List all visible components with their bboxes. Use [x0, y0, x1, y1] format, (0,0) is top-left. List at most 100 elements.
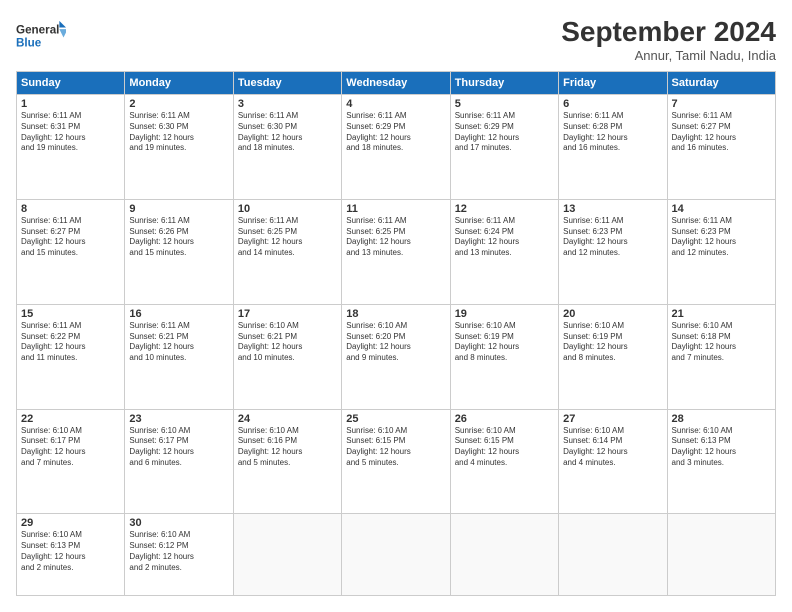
calendar-week-row: 1Sunrise: 6:11 AM Sunset: 6:31 PM Daylig…	[17, 95, 776, 200]
table-row: 21Sunrise: 6:10 AM Sunset: 6:18 PM Dayli…	[667, 304, 775, 409]
calendar-table: Sunday Monday Tuesday Wednesday Thursday…	[16, 71, 776, 596]
table-row: 20Sunrise: 6:10 AM Sunset: 6:19 PM Dayli…	[559, 304, 667, 409]
day-info: Sunrise: 6:11 AM Sunset: 6:21 PM Dayligh…	[129, 321, 228, 364]
col-monday: Monday	[125, 72, 233, 95]
table-row	[342, 514, 450, 596]
table-row: 25Sunrise: 6:10 AM Sunset: 6:15 PM Dayli…	[342, 409, 450, 514]
table-row: 27Sunrise: 6:10 AM Sunset: 6:14 PM Dayli…	[559, 409, 667, 514]
table-row	[667, 514, 775, 596]
day-info: Sunrise: 6:10 AM Sunset: 6:18 PM Dayligh…	[672, 321, 771, 364]
day-info: Sunrise: 6:10 AM Sunset: 6:15 PM Dayligh…	[455, 426, 554, 469]
day-number: 27	[563, 413, 662, 425]
table-row: 23Sunrise: 6:10 AM Sunset: 6:17 PM Dayli…	[125, 409, 233, 514]
subtitle: Annur, Tamil Nadu, India	[561, 48, 776, 63]
day-number: 28	[672, 413, 771, 425]
table-row: 30Sunrise: 6:10 AM Sunset: 6:12 PM Dayli…	[125, 514, 233, 596]
day-number: 7	[672, 98, 771, 110]
calendar-week-row: 22Sunrise: 6:10 AM Sunset: 6:17 PM Dayli…	[17, 409, 776, 514]
page: General Blue September 2024 Annur, Tamil…	[0, 0, 792, 612]
day-info: Sunrise: 6:11 AM Sunset: 6:29 PM Dayligh…	[455, 111, 554, 154]
day-info: Sunrise: 6:10 AM Sunset: 6:16 PM Dayligh…	[238, 426, 337, 469]
svg-text:General: General	[16, 23, 59, 36]
table-row: 8Sunrise: 6:11 AM Sunset: 6:27 PM Daylig…	[17, 199, 125, 304]
table-row: 14Sunrise: 6:11 AM Sunset: 6:23 PM Dayli…	[667, 199, 775, 304]
table-row: 3Sunrise: 6:11 AM Sunset: 6:30 PM Daylig…	[233, 95, 341, 200]
header: General Blue September 2024 Annur, Tamil…	[16, 16, 776, 63]
day-info: Sunrise: 6:11 AM Sunset: 6:25 PM Dayligh…	[346, 216, 445, 259]
table-row: 15Sunrise: 6:11 AM Sunset: 6:22 PM Dayli…	[17, 304, 125, 409]
day-info: Sunrise: 6:10 AM Sunset: 6:13 PM Dayligh…	[672, 426, 771, 469]
day-number: 18	[346, 308, 445, 320]
day-number: 20	[563, 308, 662, 320]
day-info: Sunrise: 6:11 AM Sunset: 6:31 PM Dayligh…	[21, 111, 120, 154]
day-info: Sunrise: 6:10 AM Sunset: 6:12 PM Dayligh…	[129, 530, 228, 573]
day-info: Sunrise: 6:11 AM Sunset: 6:22 PM Dayligh…	[21, 321, 120, 364]
table-row: 6Sunrise: 6:11 AM Sunset: 6:28 PM Daylig…	[559, 95, 667, 200]
calendar-week-row: 29Sunrise: 6:10 AM Sunset: 6:13 PM Dayli…	[17, 514, 776, 596]
day-number: 1	[21, 98, 120, 110]
day-number: 26	[455, 413, 554, 425]
day-info: Sunrise: 6:11 AM Sunset: 6:24 PM Dayligh…	[455, 216, 554, 259]
table-row: 9Sunrise: 6:11 AM Sunset: 6:26 PM Daylig…	[125, 199, 233, 304]
day-info: Sunrise: 6:11 AM Sunset: 6:25 PM Dayligh…	[238, 216, 337, 259]
day-number: 22	[21, 413, 120, 425]
table-row: 7Sunrise: 6:11 AM Sunset: 6:27 PM Daylig…	[667, 95, 775, 200]
day-number: 9	[129, 203, 228, 215]
day-number: 23	[129, 413, 228, 425]
day-number: 13	[563, 203, 662, 215]
logo-svg: General Blue	[16, 16, 66, 54]
day-info: Sunrise: 6:11 AM Sunset: 6:27 PM Dayligh…	[21, 216, 120, 259]
day-info: Sunrise: 6:11 AM Sunset: 6:23 PM Dayligh…	[672, 216, 771, 259]
day-number: 3	[238, 98, 337, 110]
table-row: 29Sunrise: 6:10 AM Sunset: 6:13 PM Dayli…	[17, 514, 125, 596]
day-info: Sunrise: 6:10 AM Sunset: 6:17 PM Dayligh…	[21, 426, 120, 469]
table-row: 22Sunrise: 6:10 AM Sunset: 6:17 PM Dayli…	[17, 409, 125, 514]
day-number: 19	[455, 308, 554, 320]
day-number: 29	[21, 517, 120, 529]
col-saturday: Saturday	[667, 72, 775, 95]
col-wednesday: Wednesday	[342, 72, 450, 95]
day-info: Sunrise: 6:11 AM Sunset: 6:27 PM Dayligh…	[672, 111, 771, 154]
day-info: Sunrise: 6:11 AM Sunset: 6:30 PM Dayligh…	[129, 111, 228, 154]
table-row: 4Sunrise: 6:11 AM Sunset: 6:29 PM Daylig…	[342, 95, 450, 200]
day-number: 16	[129, 308, 228, 320]
table-row: 18Sunrise: 6:10 AM Sunset: 6:20 PM Dayli…	[342, 304, 450, 409]
title-block: September 2024 Annur, Tamil Nadu, India	[561, 16, 776, 63]
day-info: Sunrise: 6:10 AM Sunset: 6:21 PM Dayligh…	[238, 321, 337, 364]
day-number: 17	[238, 308, 337, 320]
day-info: Sunrise: 6:10 AM Sunset: 6:17 PM Dayligh…	[129, 426, 228, 469]
calendar-header-row: Sunday Monday Tuesday Wednesday Thursday…	[17, 72, 776, 95]
table-row: 1Sunrise: 6:11 AM Sunset: 6:31 PM Daylig…	[17, 95, 125, 200]
svg-text:Blue: Blue	[16, 37, 42, 50]
table-row: 2Sunrise: 6:11 AM Sunset: 6:30 PM Daylig…	[125, 95, 233, 200]
day-number: 14	[672, 203, 771, 215]
day-info: Sunrise: 6:10 AM Sunset: 6:19 PM Dayligh…	[455, 321, 554, 364]
table-row: 16Sunrise: 6:11 AM Sunset: 6:21 PM Dayli…	[125, 304, 233, 409]
logo: General Blue	[16, 16, 66, 54]
table-row: 5Sunrise: 6:11 AM Sunset: 6:29 PM Daylig…	[450, 95, 558, 200]
col-sunday: Sunday	[17, 72, 125, 95]
table-row	[450, 514, 558, 596]
day-info: Sunrise: 6:11 AM Sunset: 6:23 PM Dayligh…	[563, 216, 662, 259]
col-thursday: Thursday	[450, 72, 558, 95]
day-info: Sunrise: 6:10 AM Sunset: 6:20 PM Dayligh…	[346, 321, 445, 364]
table-row: 26Sunrise: 6:10 AM Sunset: 6:15 PM Dayli…	[450, 409, 558, 514]
day-info: Sunrise: 6:10 AM Sunset: 6:14 PM Dayligh…	[563, 426, 662, 469]
month-title: September 2024	[561, 16, 776, 48]
day-number: 4	[346, 98, 445, 110]
day-number: 10	[238, 203, 337, 215]
day-info: Sunrise: 6:11 AM Sunset: 6:28 PM Dayligh…	[563, 111, 662, 154]
day-info: Sunrise: 6:11 AM Sunset: 6:30 PM Dayligh…	[238, 111, 337, 154]
table-row	[559, 514, 667, 596]
calendar-week-row: 15Sunrise: 6:11 AM Sunset: 6:22 PM Dayli…	[17, 304, 776, 409]
table-row: 10Sunrise: 6:11 AM Sunset: 6:25 PM Dayli…	[233, 199, 341, 304]
day-info: Sunrise: 6:10 AM Sunset: 6:13 PM Dayligh…	[21, 530, 120, 573]
table-row: 24Sunrise: 6:10 AM Sunset: 6:16 PM Dayli…	[233, 409, 341, 514]
table-row: 11Sunrise: 6:11 AM Sunset: 6:25 PM Dayli…	[342, 199, 450, 304]
table-row: 19Sunrise: 6:10 AM Sunset: 6:19 PM Dayli…	[450, 304, 558, 409]
table-row	[233, 514, 341, 596]
day-number: 8	[21, 203, 120, 215]
day-number: 11	[346, 203, 445, 215]
day-number: 15	[21, 308, 120, 320]
table-row: 13Sunrise: 6:11 AM Sunset: 6:23 PM Dayli…	[559, 199, 667, 304]
